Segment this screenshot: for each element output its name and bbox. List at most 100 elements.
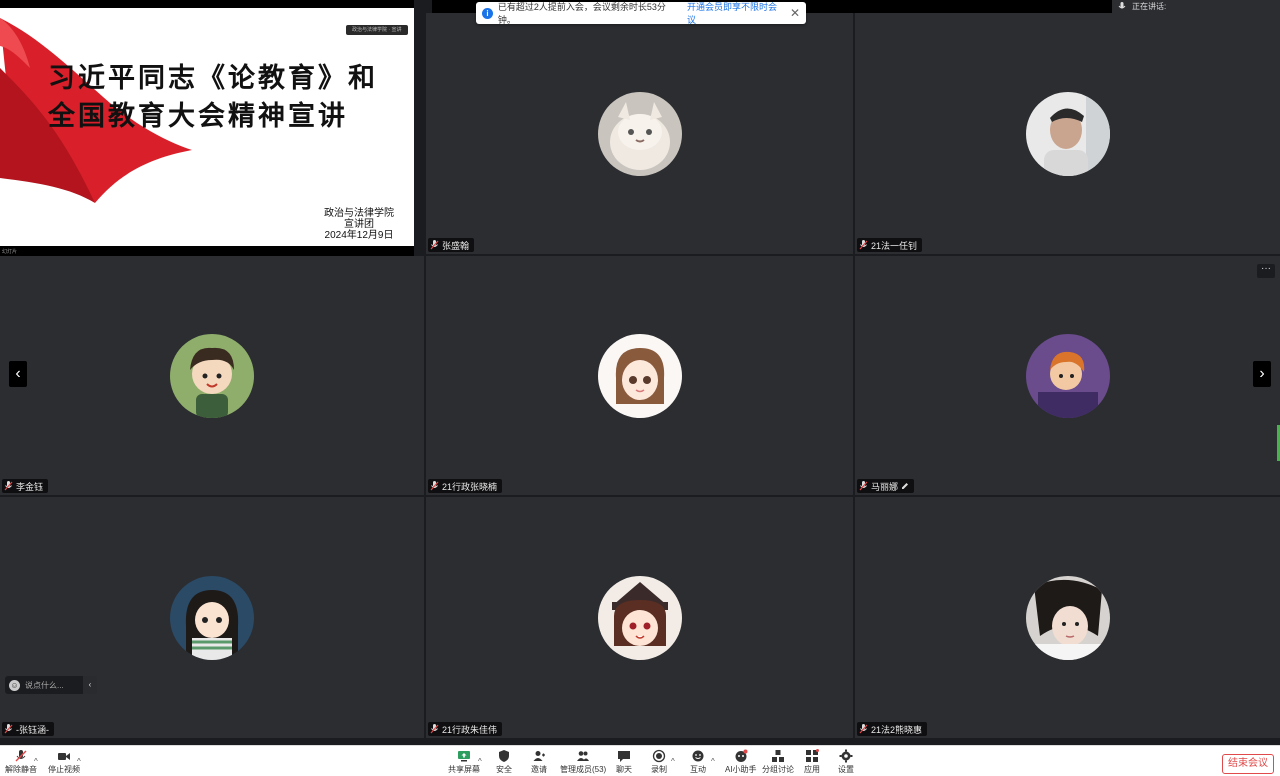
mute-label: 解除静音 [5, 765, 37, 774]
avatar [170, 575, 254, 660]
share-screen-icon [458, 751, 470, 762]
share-screen-button[interactable]: 共享屏幕 [448, 749, 480, 775]
avatar [597, 333, 682, 418]
slide-title-line1: 习近平同志《论教育》和 [48, 63, 378, 94]
avatar [1025, 333, 1110, 418]
mic-muted-icon [859, 481, 868, 491]
slide-date: 2024年12月9日 [324, 230, 394, 241]
mic-muted-icon [430, 724, 439, 734]
mic-icon [1118, 2, 1126, 9]
mic-muted-icon [15, 750, 27, 762]
slide-footer: 政治与法律学院 宣讲团 2024年12月9日 [324, 208, 394, 241]
notice-banner: i 已有超过2人提前入会，会议剩余时长53分钟。 开通会员即享不限时会议 ✕ [476, 0, 806, 26]
notice-text: 已有超过2人提前入会，会议剩余时长53分钟。 [497, 2, 666, 25]
chat-label: 聊天 [616, 765, 632, 774]
avatar [597, 91, 682, 176]
settings-label: 设置 [838, 765, 854, 774]
participant-tile-2[interactable]: 21法一任钊 [855, 13, 1280, 254]
participant-tile-7[interactable]: 21行政朱佳伟 [426, 497, 853, 738]
upgrade-link[interactable]: 开通会员即享不限时会议 [687, 0, 785, 26]
breakout-label: 分组讨论 [762, 765, 794, 774]
participant-nametag: 张盛翰 [428, 238, 475, 252]
participant-tile-3[interactable]: 李金钰 [0, 256, 424, 495]
participant-name: 21行政朱佳伟 [442, 724, 498, 735]
participant-name: 21法2熊晓惠 [871, 724, 923, 735]
video-camera-icon [58, 753, 70, 760]
participant-nametag: 马丽娜 [857, 479, 915, 493]
ai-assistant-button[interactable]: AI小助手 [725, 749, 757, 775]
more-options-button[interactable]: ··· [1257, 264, 1275, 278]
participant-nametag: 21法2熊晓惠 [857, 722, 928, 736]
mic-muted-icon [859, 724, 868, 734]
members-icon [577, 751, 590, 761]
apps-grid-icon [806, 749, 819, 762]
security-label: 安全 [496, 765, 512, 774]
participant-nametag: 李金钰 [2, 479, 49, 493]
mic-muted-icon [4, 481, 13, 491]
participant-tile-1[interactable]: 张盛翰 [426, 13, 853, 254]
chevron-up-icon[interactable]: ^ [77, 757, 81, 766]
participant-tile-4[interactable]: 21行政张晓楠 [426, 256, 853, 495]
slide-paper: 习近平同志《论教育》和 全国教育大会精神宣讲 政治与法律学院 · 宣讲 政治与法… [0, 8, 414, 246]
participant-name: -张钰涵- [16, 724, 49, 735]
slide-strip-label: 幻灯片 [2, 249, 18, 255]
mic-muted-icon [430, 240, 439, 250]
slide-title-line2: 全国教育大会精神宣讲 [48, 101, 348, 132]
apps-button[interactable]: 应用 [804, 749, 820, 775]
info-icon: i [482, 7, 493, 19]
end-meeting-button[interactable]: 结束会议 [1222, 754, 1274, 774]
close-icon[interactable]: ✕ [790, 6, 800, 20]
next-page-button[interactable]: › [1253, 361, 1271, 387]
slide-mini-toolbar: 政治与法律学院 · 宣讲 [346, 25, 408, 35]
shared-slide: 习近平同志《论教育》和 全国教育大会精神宣讲 政治与法律学院 · 宣讲 政治与法… [0, 0, 414, 258]
gear-icon [839, 749, 853, 763]
manage-members-button[interactable]: 管理成员(53) [560, 749, 606, 775]
chat-button[interactable]: 聊天 [616, 749, 632, 775]
chat-quick-input[interactable]: ☺ 说点什么... ‹ [5, 676, 97, 694]
participant-nametag: 21行政张晓楠 [428, 479, 503, 493]
mic-muted-icon [430, 481, 439, 491]
ai-assistant-icon [735, 749, 748, 762]
members-label: 管理成员(53) [560, 765, 607, 774]
apps-label: 应用 [804, 765, 820, 774]
add-user-icon [533, 751, 545, 761]
settings-button[interactable]: 设置 [838, 749, 854, 775]
slide-org: 政治与法律学院 [324, 208, 394, 219]
stop-video-button[interactable]: 停止视频 [48, 749, 80, 775]
participant-nametag: -张钰涵- [2, 722, 54, 736]
reaction-icon [692, 750, 704, 762]
record-label: 录制 [651, 765, 667, 774]
participant-tile-6[interactable]: -张钰涵- [0, 497, 424, 738]
breakout-button[interactable]: 分组讨论 [762, 749, 794, 775]
avatar [597, 575, 682, 660]
prev-page-button[interactable]: ‹ [9, 361, 27, 387]
mute-button[interactable]: 解除静音 [5, 749, 37, 775]
invite-label: 邀请 [531, 765, 547, 774]
participant-name: 21行政张晓楠 [442, 481, 498, 492]
chat-placeholder: 说点什么... [25, 680, 64, 690]
chevron-up-icon[interactable]: ^ [478, 757, 482, 766]
security-button[interactable]: 安全 [496, 749, 512, 775]
chevron-up-icon[interactable]: ^ [34, 757, 38, 766]
participant-name: 李金钰 [16, 481, 44, 492]
mic-muted-icon [4, 724, 13, 734]
emoji-icon[interactable]: ☺ [9, 679, 20, 691]
bottom-toolbar: 解除静音 ^ 停止视频 ^ 共享屏幕 ^ 安全 邀请 管理成员(53) 聊天 录… [0, 745, 1280, 776]
participant-tile-5[interactable]: 马丽娜 [855, 256, 1280, 495]
participant-nametag: 21法一任钊 [857, 238, 923, 252]
chevron-up-icon[interactable]: ^ [711, 757, 715, 766]
meeting-stage: 习近平同志《论教育》和 全国教育大会精神宣讲 政治与法律学院 · 宣讲 政治与法… [0, 0, 1280, 776]
participant-tile-8[interactable]: 21法2熊晓惠 [855, 497, 1280, 738]
participant-name: 21法一任钊 [871, 240, 918, 251]
participant-nametag: 21行政朱佳伟 [428, 722, 503, 736]
edit-icon[interactable] [901, 482, 909, 490]
speaking-label: 正在讲话: [1132, 2, 1167, 11]
record-button[interactable]: 录制 [651, 749, 667, 775]
chevron-up-icon[interactable]: ^ [671, 757, 675, 766]
reaction-button[interactable]: 互动 [690, 749, 706, 775]
slide-title: 习近平同志《论教育》和 全国教育大会精神宣讲 [48, 60, 408, 136]
invite-button[interactable]: 邀请 [531, 749, 547, 775]
collapse-chat-button[interactable]: ‹ [83, 676, 97, 694]
video-label: 停止视频 [48, 765, 80, 774]
avatar [170, 333, 254, 418]
